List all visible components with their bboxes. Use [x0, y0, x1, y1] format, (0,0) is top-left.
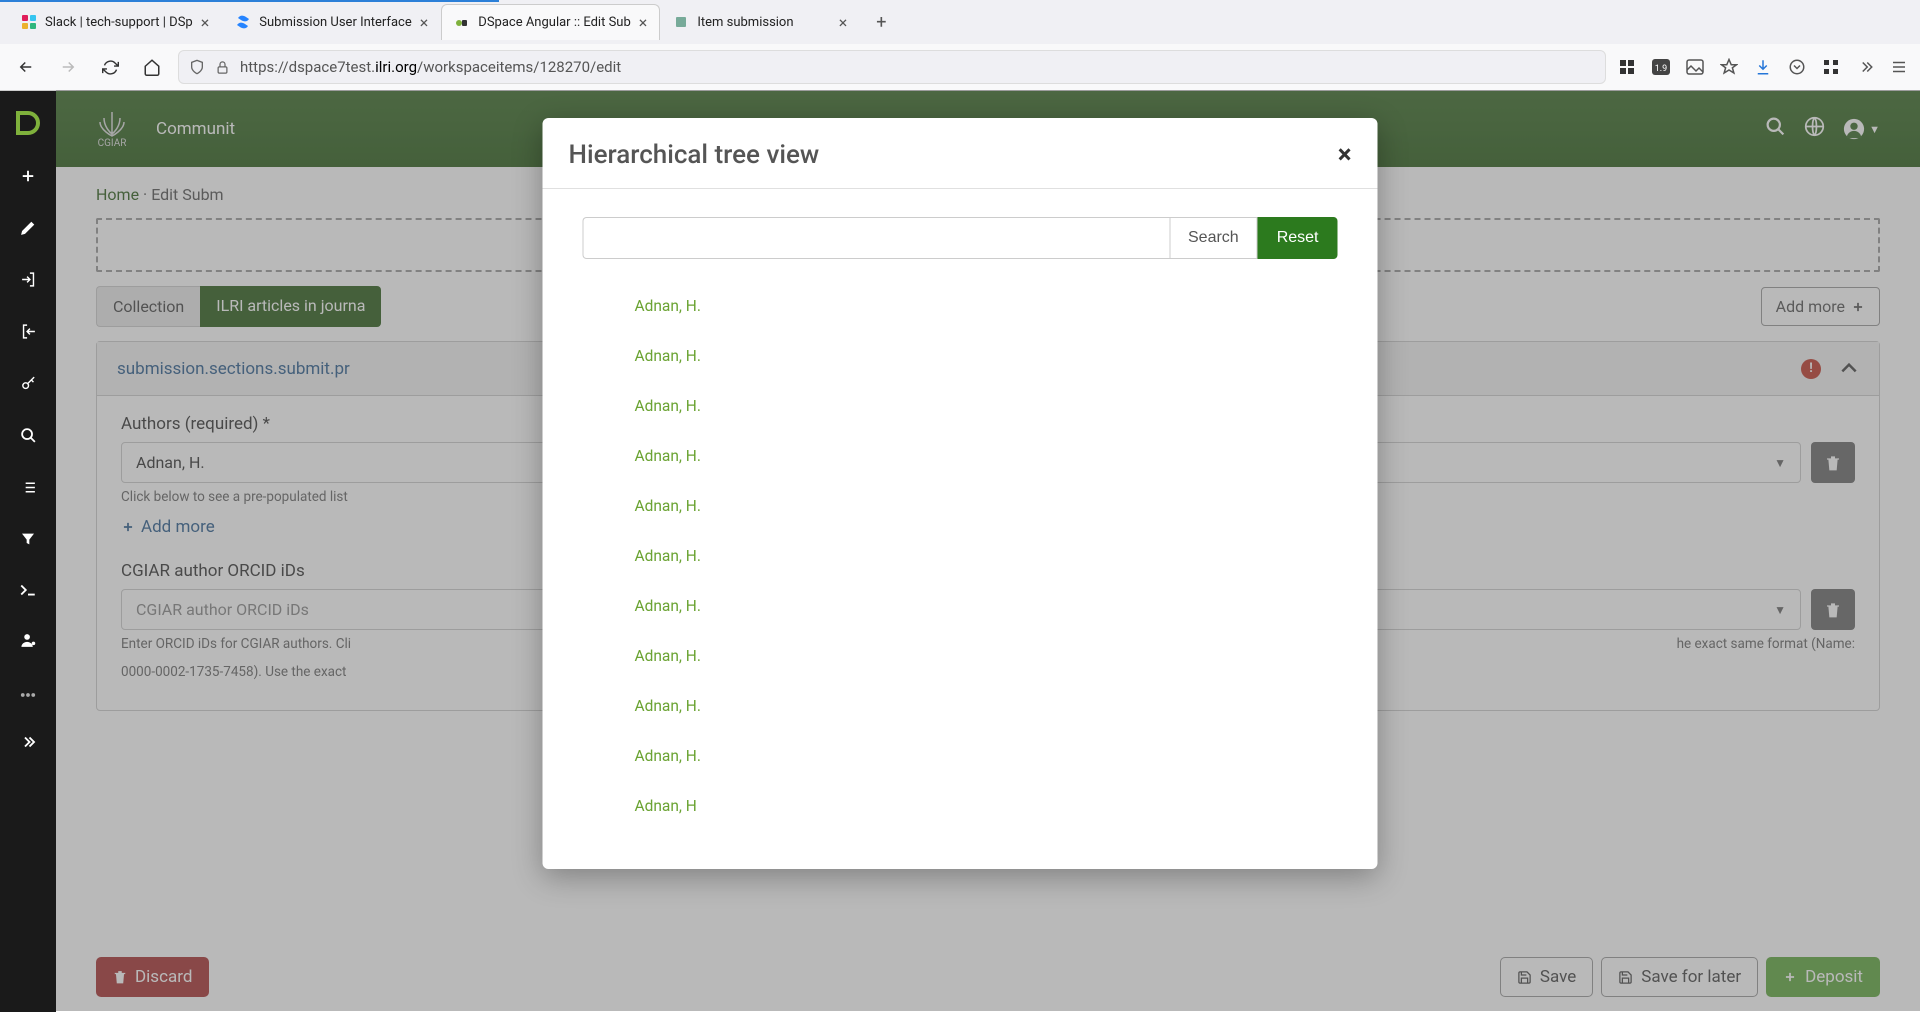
- dspace-icon: [454, 15, 470, 31]
- close-icon[interactable]: ×: [1338, 140, 1352, 170]
- slack-icon: [21, 14, 37, 30]
- export-icon[interactable]: [20, 323, 37, 345]
- pocket-icon[interactable]: [1786, 56, 1808, 78]
- close-icon[interactable]: ×: [639, 13, 648, 32]
- tab-title: Item submission: [697, 15, 830, 30]
- more-icon[interactable]: [1854, 56, 1876, 78]
- tree-item[interactable]: Adnan, H.: [635, 481, 1338, 531]
- filter-icon[interactable]: [20, 531, 36, 552]
- reset-button[interactable]: Reset: [1258, 217, 1338, 259]
- star-icon[interactable]: [1718, 56, 1740, 78]
- reload-button[interactable]: [94, 51, 126, 83]
- tree-item[interactable]: Adnan, H.: [635, 431, 1338, 481]
- edit-icon[interactable]: [20, 220, 36, 241]
- tree-search-input[interactable]: [583, 217, 1170, 259]
- plus-icon[interactable]: [19, 167, 37, 190]
- search-icon[interactable]: [20, 427, 37, 449]
- tab-strip: Slack | tech-support | DSp × Submission …: [0, 0, 1920, 44]
- list-icon[interactable]: [20, 479, 37, 501]
- tab-title: Slack | tech-support | DSp: [45, 15, 193, 30]
- terminal-icon[interactable]: [19, 582, 37, 602]
- lock-icon: [215, 60, 230, 75]
- modal-title: Hierarchical tree view: [569, 140, 820, 170]
- browser-tab-active[interactable]: DSpace Angular :: Edit Sub ×: [441, 4, 660, 40]
- tab-title: Submission User Interface: [259, 15, 411, 30]
- browser-tab[interactable]: Item submission ×: [660, 4, 860, 40]
- tree-item[interactable]: Adnan, H.: [635, 581, 1338, 631]
- image-icon[interactable]: [1684, 56, 1706, 78]
- new-tab-button[interactable]: +: [866, 12, 896, 33]
- dspace-logo-icon[interactable]: [14, 109, 42, 137]
- tree-item[interactable]: Adnan, H.: [635, 681, 1338, 731]
- menu-icon[interactable]: [1888, 56, 1910, 78]
- user-icon[interactable]: [20, 632, 37, 654]
- forward-button[interactable]: [52, 51, 84, 83]
- tree-item[interactable]: Adnan, H.: [635, 381, 1338, 431]
- badge-icon[interactable]: 1.9: [1650, 56, 1672, 78]
- tree-item[interactable]: Adnan, H.: [635, 331, 1338, 381]
- more-icon[interactable]: [19, 684, 37, 704]
- tree-view-modal: Hierarchical tree view × Search Reset Ad…: [543, 118, 1378, 869]
- close-icon[interactable]: ×: [201, 13, 210, 32]
- tree-item[interactable]: Adnan, H.: [635, 731, 1338, 781]
- download-icon[interactable]: [1752, 56, 1774, 78]
- tree-item[interactable]: Adnan, H.: [635, 281, 1338, 331]
- svg-text:1.9: 1.9: [1655, 64, 1668, 74]
- dspace-icon: [673, 14, 689, 30]
- tree-item[interactable]: Adnan, H.: [635, 631, 1338, 681]
- page-load-indicator: [0, 0, 499, 2]
- tree-item[interactable]: Adnan, H.: [635, 531, 1338, 581]
- browser-tab[interactable]: Submission User Interface ×: [222, 4, 441, 40]
- confluence-icon: [235, 14, 251, 30]
- browser-tab[interactable]: Slack | tech-support | DSp ×: [8, 4, 222, 40]
- expand-icon[interactable]: [19, 734, 37, 754]
- toolbar-right: 1.9: [1616, 56, 1910, 78]
- url-bar: https://dspace7test.ilri.org/workspaceit…: [0, 44, 1920, 90]
- close-icon[interactable]: ×: [420, 13, 429, 32]
- url-text: https://dspace7test.ilri.org/workspaceit…: [240, 58, 621, 76]
- back-button[interactable]: [10, 51, 42, 83]
- browser-chrome: Slack | tech-support | DSp × Submission …: [0, 0, 1920, 91]
- home-button[interactable]: [136, 51, 168, 83]
- search-button[interactable]: Search: [1169, 217, 1258, 259]
- extension-icon[interactable]: [1820, 56, 1842, 78]
- tree-item[interactable]: Adnan, H: [635, 781, 1338, 831]
- url-field[interactable]: https://dspace7test.ilri.org/workspaceit…: [178, 50, 1606, 84]
- tab-title: DSpace Angular :: Edit Sub: [478, 15, 630, 30]
- close-icon[interactable]: ×: [839, 13, 848, 32]
- key-icon[interactable]: [20, 375, 37, 397]
- admin-sidebar: [0, 91, 56, 1012]
- shield-icon: [189, 59, 205, 75]
- grid-icon[interactable]: [1616, 56, 1638, 78]
- tree-list: Adnan, H. Adnan, H. Adnan, H. Adnan, H. …: [583, 281, 1338, 831]
- import-icon[interactable]: [20, 271, 37, 293]
